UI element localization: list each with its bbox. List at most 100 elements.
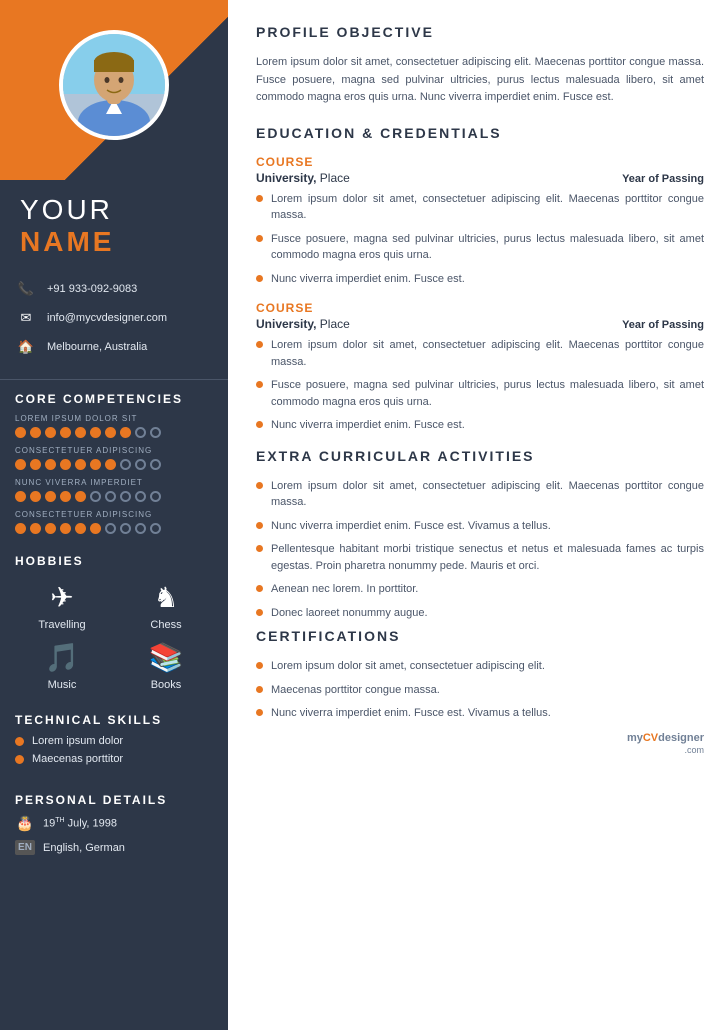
hobbies-grid: ✈ Travelling ♞ Chess 🎵 Music 📚 Books <box>15 581 213 691</box>
education-block-2: COURSE University, Place Year of Passing… <box>256 301 704 434</box>
dot <box>30 491 41 502</box>
bullet-dot <box>256 381 263 388</box>
bullet-text: Aenean nec lorem. In porttitor. <box>271 581 418 598</box>
bullet-text: Fusce posuere, magna sed pulvinar ultric… <box>271 377 704 410</box>
dot <box>90 523 101 534</box>
email-text: info@mycvdesigner.com <box>47 312 167 324</box>
competency-label-4: CONSECTETUER ADIPISCING <box>15 510 213 519</box>
dot-empty <box>120 491 131 502</box>
profile-title: PROFILE OBJECTIVE <box>256 24 704 44</box>
dot <box>45 427 56 438</box>
competency-2: CONSECTETUER ADIPISCING <box>0 446 228 478</box>
competency-label-3: NUNC VIVERRA IMPERDIET <box>15 478 213 487</box>
email-icon: ✉ <box>15 307 37 329</box>
university-row-1: University, Place Year of Passing <box>256 171 704 185</box>
bullet-text: Lorem ipsum dolor sit amet, consectetuer… <box>271 478 704 511</box>
dot-empty <box>150 427 161 438</box>
birthday-icon: 🎂 <box>15 815 35 832</box>
watermark-cv: CV <box>643 732 658 744</box>
dot-empty <box>105 491 116 502</box>
bullet-dot <box>256 585 263 592</box>
bullet-text: Nunc viverra imperdiet enim. Fusce est. … <box>271 518 551 535</box>
contact-phone: 📞 +91 933-092-9083 <box>15 278 213 300</box>
phone-icon: 📞 <box>15 278 37 300</box>
competency-label-2: CONSECTETUER ADIPISCING <box>15 446 213 455</box>
dot <box>60 491 71 502</box>
bullet-text: Nunc viverra imperdiet enim. Fusce est. <box>271 417 465 434</box>
list-item: Lorem ipsum dolor sit amet, consectetuer… <box>256 658 704 675</box>
dot-empty <box>120 459 131 470</box>
profile-text: Lorem ipsum dolor sit amet, consectetuer… <box>256 54 704 107</box>
skill-label-1: Lorem ipsum dolor <box>32 735 123 747</box>
bullet-dot <box>256 522 263 529</box>
dot <box>30 459 41 470</box>
dot <box>15 459 26 470</box>
certifications-title: CERTIFICATIONS <box>256 628 704 648</box>
bullet-text: Pellentesque habitant morbi tristique se… <box>271 541 704 574</box>
year-passing-1: Year of Passing <box>622 173 704 185</box>
hobby-label-music: Music <box>48 679 77 691</box>
bullet-dot <box>256 709 263 716</box>
university-text-2: University, Place <box>256 317 350 331</box>
list-item: Lorem ipsum dolor sit amet, consectetuer… <box>256 191 704 224</box>
watermark: myCVdesigner.com <box>256 732 704 756</box>
extra-bullets: Lorem ipsum dolor sit amet, consectetuer… <box>256 478 704 622</box>
dot-empty <box>135 459 146 470</box>
list-item: Maecenas porttitor congue massa. <box>256 682 704 699</box>
competency-3: NUNC VIVERRA IMPERDIET <box>0 478 228 510</box>
sidebar-header <box>0 0 228 180</box>
hobby-label-travelling: Travelling <box>38 619 85 631</box>
dot-empty <box>150 523 161 534</box>
list-item: Nunc viverra imperdiet enim. Fusce est. <box>256 271 704 288</box>
skill-1: Lorem ipsum dolor <box>15 735 213 747</box>
dot <box>15 523 26 534</box>
chess-icon: ♞ <box>153 581 178 614</box>
bullet-text: Donec laoreet nonummy augue. <box>271 605 428 622</box>
skills-section: Lorem ipsum dolor Maecenas porttitor <box>0 735 228 781</box>
year-passing-2: Year of Passing <box>622 319 704 331</box>
dot-empty <box>135 427 146 438</box>
dot-empty <box>90 491 101 502</box>
contact-email: ✉ info@mycvdesigner.com <box>15 307 213 329</box>
skill-dot <box>15 755 24 764</box>
list-item: Nunc viverra imperdiet enim. Fusce est. <box>256 417 704 434</box>
hobby-label-chess: Chess <box>150 619 181 631</box>
dot <box>45 459 56 470</box>
hobby-books: 📚 Books <box>119 641 213 691</box>
list-item: Fusce posuere, magna sed pulvinar ultric… <box>256 231 704 264</box>
cert-bullets: Lorem ipsum dolor sit amet, consectetuer… <box>256 658 704 722</box>
dot <box>30 427 41 438</box>
course-label-2: COURSE <box>256 301 704 315</box>
dots-row-2 <box>15 459 213 470</box>
dot <box>120 427 131 438</box>
dot <box>15 427 26 438</box>
dot <box>90 459 101 470</box>
dot <box>60 427 71 438</box>
dot <box>30 523 41 534</box>
hobby-music: 🎵 Music <box>15 641 109 691</box>
education-title: EDUCATION & CREDENTIALS <box>256 125 704 145</box>
bullet-text: Maecenas porttitor congue massa. <box>271 682 440 699</box>
dot <box>75 427 86 438</box>
phone-text: +91 933-092-9083 <box>47 283 137 295</box>
list-item: Fusce posuere, magna sed pulvinar ultric… <box>256 377 704 410</box>
course-label-1: COURSE <box>256 155 704 169</box>
dot-empty <box>135 491 146 502</box>
music-icon: 🎵 <box>45 641 80 674</box>
watermark-com: .com <box>684 745 704 755</box>
name-section: YOUR NAME <box>0 180 228 268</box>
competency-4: CONSECTETUER ADIPISCING <box>0 510 228 542</box>
books-icon: 📚 <box>149 641 184 674</box>
list-item: Lorem ipsum dolor sit amet, consectetuer… <box>256 337 704 370</box>
hobbies-section: ✈ Travelling ♞ Chess 🎵 Music 📚 Books <box>0 576 228 701</box>
dot <box>45 523 56 534</box>
personal-language: EN English, German <box>15 840 213 855</box>
sidebar: YOUR NAME 📞 +91 933-092-9083 ✉ info@mycv… <box>0 0 228 1030</box>
dot-empty <box>120 523 131 534</box>
dots-row-4 <box>15 523 213 534</box>
bullet-text: Lorem ipsum dolor sit amet, consectetuer… <box>271 337 704 370</box>
bullet-dot <box>256 482 263 489</box>
skill-2: Maecenas porttitor <box>15 753 213 765</box>
competency-1: LOREM IPSUM DOLOR SIT <box>0 414 228 446</box>
dot <box>75 459 86 470</box>
